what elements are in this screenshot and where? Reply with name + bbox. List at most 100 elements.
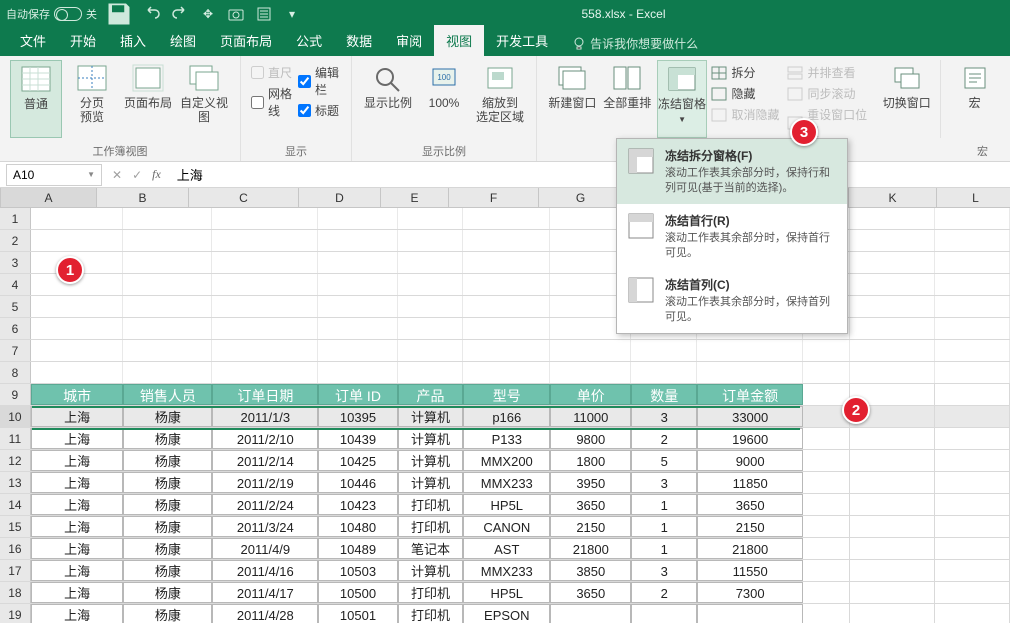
cell[interactable]	[463, 362, 550, 383]
cell[interactable]: 2011/1/3	[212, 406, 318, 427]
cell[interactable]: 销售人员	[123, 384, 212, 405]
cell[interactable]: 9000	[697, 450, 803, 471]
cell[interactable]	[318, 318, 397, 339]
cell[interactable]: 2011/2/14	[212, 450, 318, 471]
cell[interactable]: 杨康	[123, 538, 212, 559]
name-box[interactable]: A10 ▼	[6, 164, 102, 186]
cell[interactable]	[318, 230, 397, 251]
cell[interactable]: 上海	[31, 516, 124, 537]
cell[interactable]: 型号	[463, 384, 550, 405]
cell[interactable]: 2	[631, 428, 697, 449]
cell[interactable]	[850, 604, 935, 623]
row-header-14[interactable]: 14	[0, 494, 31, 515]
cell[interactable]: 杨康	[123, 560, 212, 581]
cell[interactable]	[398, 208, 464, 229]
cell[interactable]	[935, 274, 1010, 295]
cell[interactable]: 11850	[697, 472, 803, 493]
cell[interactable]: p166	[463, 406, 550, 427]
cell[interactable]: 计算机	[398, 560, 464, 581]
cell[interactable]	[850, 208, 935, 229]
zoom-100-button[interactable]: 100 100%	[418, 60, 470, 138]
cell[interactable]: 10501	[318, 604, 397, 623]
cell[interactable]: 3650	[550, 582, 631, 603]
cell[interactable]: 2011/4/16	[212, 560, 318, 581]
cell[interactable]	[850, 362, 935, 383]
cell[interactable]: 2011/4/17	[212, 582, 318, 603]
cell[interactable]: 2	[631, 582, 697, 603]
cell[interactable]: 10423	[318, 494, 397, 515]
zoom-to-selection-button[interactable]: 缩放到 选定区域	[474, 60, 526, 138]
col-header-B[interactable]: B	[97, 188, 189, 207]
cell[interactable]: 订单金额	[697, 384, 803, 405]
cell[interactable]	[850, 252, 935, 273]
cell[interactable]	[850, 318, 935, 339]
arrange-all-button[interactable]: 全部重排	[602, 60, 653, 138]
cell[interactable]	[123, 340, 212, 361]
cell[interactable]: 2011/4/28	[212, 604, 318, 623]
cell[interactable]: MMX200	[463, 450, 550, 471]
cell[interactable]	[31, 318, 124, 339]
view-normal-button[interactable]: 普通	[10, 60, 62, 138]
cell[interactable]: 上海	[31, 406, 124, 427]
cell[interactable]: 上海	[31, 560, 124, 581]
cell[interactable]	[398, 296, 464, 317]
freeze-menu-item-1[interactable]: 冻结首行(R)滚动工作表其余部分时，保持首行可见。	[617, 204, 847, 269]
cell[interactable]	[212, 318, 318, 339]
undo-icon[interactable]	[141, 3, 163, 25]
cell[interactable]	[31, 208, 124, 229]
cell[interactable]	[850, 472, 935, 493]
cell[interactable]: 杨康	[123, 516, 212, 537]
row-header-8[interactable]: 8	[0, 362, 31, 383]
cell[interactable]	[803, 582, 849, 603]
cell[interactable]	[631, 604, 697, 623]
cell[interactable]	[463, 274, 550, 295]
cell[interactable]: 3650	[697, 494, 803, 515]
check-formula-bar[interactable]: 编辑栏	[298, 64, 341, 98]
cell[interactable]: 打印机	[398, 516, 464, 537]
tab-绘图[interactable]: 绘图	[158, 25, 208, 56]
cell[interactable]	[935, 208, 1010, 229]
col-header-F[interactable]: F	[449, 188, 539, 207]
cell[interactable]	[31, 340, 124, 361]
cell[interactable]	[803, 362, 850, 383]
cell[interactable]	[463, 230, 550, 251]
cell[interactable]: 计算机	[398, 428, 464, 449]
cell[interactable]: 计算机	[398, 472, 464, 493]
cell[interactable]	[697, 604, 803, 623]
cell[interactable]: 计算机	[398, 450, 464, 471]
cell[interactable]: 单价	[550, 384, 631, 405]
cell[interactable]: 5	[631, 450, 697, 471]
cell[interactable]: 1	[631, 516, 697, 537]
cell[interactable]	[550, 340, 631, 361]
cell[interactable]: 10425	[318, 450, 397, 471]
col-header-D[interactable]: D	[299, 188, 381, 207]
tab-插入[interactable]: 插入	[108, 25, 158, 56]
row-header-4[interactable]: 4	[0, 274, 31, 295]
cell[interactable]: AST	[463, 538, 550, 559]
cell[interactable]: 7300	[697, 582, 803, 603]
freeze-menu-item-0[interactable]: 冻结拆分窗格(F)滚动工作表其余部分时，保持行和列可见(基于当前的选择)。	[617, 139, 847, 204]
cell[interactable]	[803, 494, 849, 515]
cell[interactable]	[550, 604, 631, 623]
cell[interactable]: 10489	[318, 538, 397, 559]
cell[interactable]: 2011/2/10	[212, 428, 318, 449]
tell-me-search[interactable]: 告诉我你想要做什么	[572, 35, 698, 56]
cell[interactable]	[803, 472, 849, 493]
cell[interactable]	[212, 208, 318, 229]
cell[interactable]	[803, 428, 849, 449]
redo-icon[interactable]	[169, 3, 191, 25]
fx-icon[interactable]: fx	[152, 167, 161, 182]
cell[interactable]	[697, 362, 803, 383]
cell[interactable]	[318, 208, 397, 229]
cell[interactable]: 杨康	[123, 604, 212, 623]
cell[interactable]	[935, 472, 1010, 493]
cell[interactable]	[550, 362, 631, 383]
cell[interactable]	[463, 340, 550, 361]
cell[interactable]	[935, 406, 1010, 427]
row-header-18[interactable]: 18	[0, 582, 31, 603]
cell[interactable]	[803, 516, 849, 537]
cell[interactable]	[398, 362, 464, 383]
cell[interactable]: 2150	[550, 516, 631, 537]
cell[interactable]: 10500	[318, 582, 397, 603]
tab-数据[interactable]: 数据	[334, 25, 384, 56]
